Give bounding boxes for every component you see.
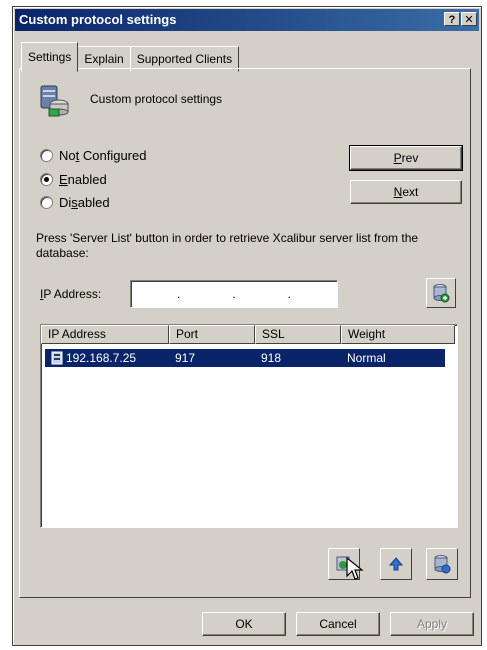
- ip-dot: .: [176, 287, 181, 301]
- close-button[interactable]: ✕: [461, 12, 477, 26]
- remove-server-button[interactable]: [426, 548, 458, 580]
- description-text: Press 'Server List' button in order to r…: [36, 231, 419, 260]
- server-icon: [51, 351, 63, 365]
- radio-label: Enabled: [59, 172, 107, 187]
- title-bar[interactable]: Custom protocol settings ? ✕: [15, 9, 479, 31]
- radio-button[interactable]: [40, 149, 53, 162]
- column-port[interactable]: Port: [169, 325, 255, 344]
- remove-server-icon: [434, 555, 451, 574]
- row-weight: Normal: [347, 351, 386, 365]
- column-ip-address[interactable]: IP Address: [41, 325, 169, 344]
- prev-button[interactable]: Prev: [349, 145, 463, 171]
- server-list[interactable]: IP Address Port SSL Weight 192.168.7.25 …: [40, 324, 458, 528]
- radio-label: Not Configured: [59, 148, 147, 163]
- ip-address-label: IP Address:: [40, 287, 102, 301]
- radio-enabled[interactable]: Enabled: [40, 172, 107, 187]
- arrow-up-icon: [388, 557, 404, 571]
- list-header: IP Address Port SSL Weight: [41, 325, 457, 344]
- cancel-button[interactable]: Cancel: [296, 612, 380, 636]
- table-row[interactable]: 192.168.7.25 917 918 Normal: [45, 349, 445, 367]
- radio-disabled[interactable]: Disabled: [40, 195, 110, 210]
- ip-dot: .: [232, 287, 236, 301]
- radio-not-configured[interactable]: Not Configured: [40, 148, 146, 163]
- column-weight[interactable]: Weight: [341, 325, 455, 344]
- apply-button[interactable]: Apply: [390, 612, 474, 636]
- ok-button[interactable]: OK: [202, 612, 286, 636]
- header-label: Custom protocol settings: [90, 92, 223, 106]
- tab-settings[interactable]: Settings: [21, 42, 79, 72]
- ip-address-input[interactable]: . . .: [130, 280, 338, 308]
- help-button[interactable]: ?: [444, 12, 460, 26]
- row-ip: 192.168.7.25: [66, 351, 137, 365]
- ip-dot: .: [287, 287, 291, 301]
- window-title: Custom protocol settings: [19, 12, 177, 27]
- server-list-icon: [433, 284, 450, 303]
- server-database-icon: [40, 85, 69, 117]
- row-ssl: 918: [261, 351, 282, 365]
- mouse-cursor-icon: [346, 556, 364, 580]
- server-list-button[interactable]: [426, 278, 456, 308]
- radio-button[interactable]: [40, 196, 53, 209]
- row-port: 917: [175, 351, 196, 365]
- radio-button[interactable]: [40, 173, 53, 186]
- move-up-button[interactable]: [380, 548, 412, 580]
- column-ssl[interactable]: SSL: [255, 325, 341, 344]
- next-button[interactable]: Next: [350, 180, 462, 204]
- radio-label: Disabled: [59, 195, 110, 210]
